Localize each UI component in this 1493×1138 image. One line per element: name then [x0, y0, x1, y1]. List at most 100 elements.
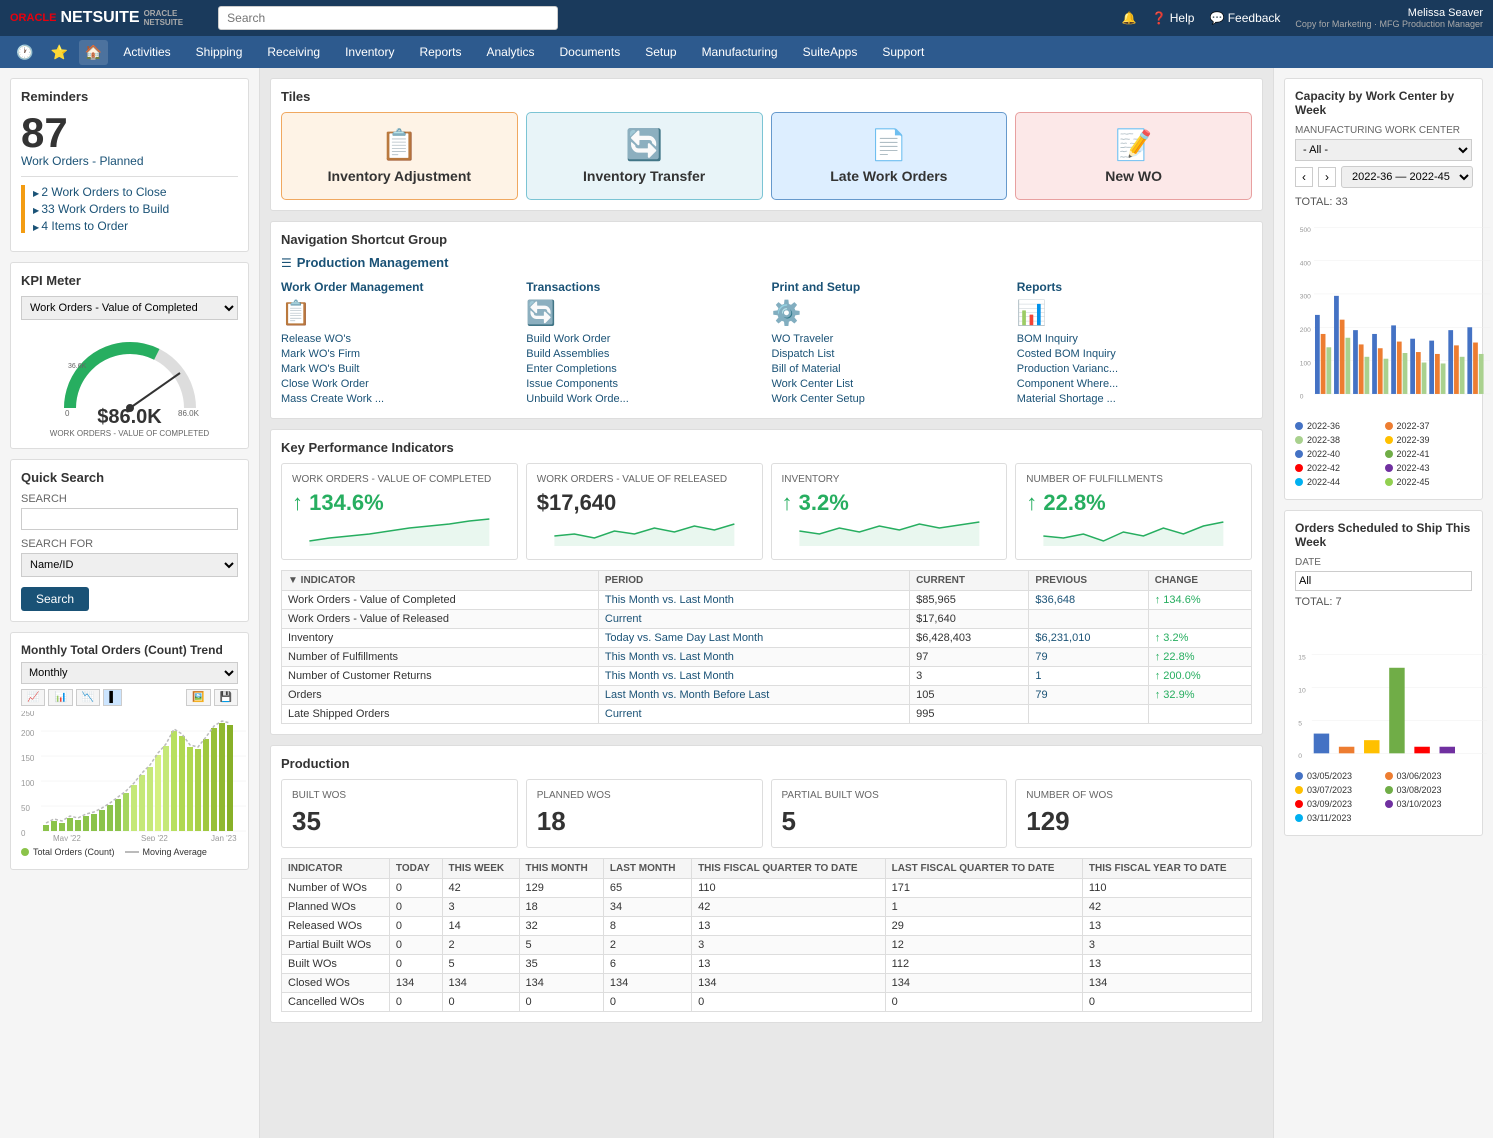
nsg-link-3-1[interactable]: Costed BOM Inquiry	[1017, 348, 1252, 360]
orders-ship-date-input[interactable]	[1295, 571, 1472, 591]
home-icon[interactable]: 🏠	[79, 40, 108, 65]
chart-area-icon[interactable]: 📊	[48, 689, 72, 706]
nav-setup[interactable]: Setup	[635, 41, 686, 63]
right-panel: Capacity by Work Center by Week MANUFACT…	[1273, 68, 1493, 1138]
nsg-link-0-0[interactable]: Release WO's	[281, 333, 516, 345]
prod-td-thismonth: 32	[519, 917, 603, 936]
capacity-next-btn[interactable]: ›	[1318, 167, 1336, 187]
kpi-td-period[interactable]: Current	[598, 610, 909, 629]
nsg-icon-1: 🔄	[526, 300, 556, 327]
nsg-header: ☰ Production Management	[281, 255, 1252, 270]
nsg-link-3-4[interactable]: Material Shortage ...	[1017, 393, 1252, 405]
prod-td-thismonth: 129	[519, 879, 603, 898]
nsg-link-2-3[interactable]: Work Center List	[772, 378, 1007, 390]
orders-ship-date-label: DATE	[1295, 557, 1472, 568]
nav-documents[interactable]: Documents	[550, 41, 631, 63]
nav-suiteapps[interactable]: SuiteApps	[793, 41, 868, 63]
search-input[interactable]	[218, 6, 558, 30]
nsg-link-1-3[interactable]: Issue Components	[526, 378, 761, 390]
svg-text:500: 500	[1300, 227, 1311, 234]
kpi-td-period[interactable]: Today vs. Same Day Last Month	[598, 629, 909, 648]
cap-legend-0: 2022-36	[1295, 421, 1383, 431]
chart-bar-icon[interactable]: 📉	[76, 689, 100, 706]
quick-search-input[interactable]	[21, 508, 238, 530]
global-search[interactable]	[218, 6, 558, 30]
capacity-date-select[interactable]: 2022-36 — 2022-45	[1341, 166, 1473, 188]
nsg-link-3-0[interactable]: BOM Inquiry	[1017, 333, 1252, 345]
reminder-item-0[interactable]: 2 Work Orders to Close	[33, 185, 238, 199]
nav-receiving[interactable]: Receiving	[257, 41, 330, 63]
legend-dot-orders	[21, 848, 29, 856]
nsg-col-title-0[interactable]: Work Order Management	[281, 280, 516, 294]
th-previous: PREVIOUS	[1029, 571, 1148, 591]
nsg-link-2-2[interactable]: Bill of Material	[772, 363, 1007, 375]
nsg-group-name[interactable]: Production Management	[297, 255, 449, 270]
nsg-col-title-2[interactable]: Print and Setup	[772, 280, 1007, 294]
nav-shipping[interactable]: Shipping	[186, 41, 253, 63]
help-link[interactable]: ❓ Help	[1151, 11, 1194, 25]
user-info[interactable]: Melissa Seaver Copy for Marketing · MFG …	[1295, 7, 1483, 29]
nav-analytics[interactable]: Analytics	[476, 41, 544, 63]
nsg-link-1-1[interactable]: Build Assemblies	[526, 348, 761, 360]
nav-activities[interactable]: Activities	[113, 41, 180, 63]
notifications-icon[interactable]: 🔔	[1122, 11, 1137, 25]
kpi-td-period[interactable]: Last Month vs. Month Before Last	[598, 686, 909, 705]
nsg-link-3-2[interactable]: Production Varianc...	[1017, 363, 1252, 375]
svg-text:200: 200	[21, 729, 35, 738]
prod-td-tfq: 13	[692, 955, 886, 974]
reminder-item-1[interactable]: 33 Work Orders to Build	[33, 202, 238, 216]
capacity-prev-btn[interactable]: ‹	[1295, 167, 1313, 187]
kpi-table-row: Work Orders - Value of Completed This Mo…	[282, 591, 1252, 610]
prod-td-lfq: 171	[885, 879, 1082, 898]
nsg-link-2-1[interactable]: Dispatch List	[772, 348, 1007, 360]
nsg-link-3-3[interactable]: Component Where...	[1017, 378, 1252, 390]
trend-period-select[interactable]: Monthly	[21, 662, 238, 684]
favorites-icon[interactable]: ⭐	[44, 40, 73, 65]
prod-td-lfq: 0	[885, 993, 1082, 1012]
tile-late-work-orders[interactable]: 📄 Late Work Orders	[771, 112, 1008, 200]
nsg-link-0-2[interactable]: Mark WO's Built	[281, 363, 516, 375]
svg-text:100: 100	[21, 779, 35, 788]
nsg-link-0-4[interactable]: Mass Create Work ...	[281, 393, 516, 405]
reminder-item-2[interactable]: 4 Items to Order	[33, 219, 238, 233]
kpi-td-period[interactable]: Current	[598, 705, 909, 724]
kpi-td-current: $6,428,403	[910, 629, 1029, 648]
search-for-select[interactable]: Name/ID	[21, 553, 238, 577]
prod-td-today: 0	[389, 879, 442, 898]
kpi-meter-title: KPI Meter	[21, 273, 238, 288]
nsg-link-1-0[interactable]: Build Work Order	[526, 333, 761, 345]
tile-inventory-transfer[interactable]: 🔄 Inventory Transfer	[526, 112, 763, 200]
nsg-link-1-2[interactable]: Enter Completions	[526, 363, 761, 375]
kpi-td-period[interactable]: This Month vs. Last Month	[598, 667, 909, 686]
prod-table-row: Released WOs 0 14 32 8 13 29 13	[282, 917, 1252, 936]
nsg-col-title-3[interactable]: Reports	[1017, 280, 1252, 294]
feedback-link[interactable]: 💬 Feedback	[1209, 11, 1280, 25]
chart-option-icon[interactable]: 🖼️	[186, 689, 210, 706]
capacity-wc-select[interactable]: - All -	[1295, 139, 1472, 161]
nsg-link-0-3[interactable]: Close Work Order	[281, 378, 516, 390]
nav-manufacturing[interactable]: Manufacturing	[692, 41, 788, 63]
history-icon[interactable]: 🕐	[10, 40, 39, 65]
nsg-link-1-4[interactable]: Unbuild Work Orde...	[526, 393, 761, 405]
production-title: Production	[281, 756, 1252, 771]
nsg-link-2-4[interactable]: Work Center Setup	[772, 393, 1007, 405]
svg-text:May '22: May '22	[53, 834, 81, 841]
chart-column-icon[interactable]: ▌	[103, 689, 122, 706]
nsg-link-2-0[interactable]: WO Traveler	[772, 333, 1007, 345]
nav-support[interactable]: Support	[872, 41, 934, 63]
nsg-link-0-1[interactable]: Mark WO's Firm	[281, 348, 516, 360]
logo: ORACLE NETSUITE ORACLENETSUITE	[10, 9, 183, 27]
nsg-col-title-1[interactable]: Transactions	[526, 280, 761, 294]
tile-new-wo[interactable]: 📝 New WO	[1015, 112, 1252, 200]
chart-line-icon[interactable]: 📈	[21, 689, 45, 706]
kpi-table-row: Number of Fulfillments This Month vs. La…	[282, 648, 1252, 667]
nav-inventory[interactable]: Inventory	[335, 41, 404, 63]
cap-legend-1: 2022-37	[1385, 421, 1473, 431]
nav-reports[interactable]: Reports	[409, 41, 471, 63]
chart-download-icon[interactable]: 💾	[214, 689, 238, 706]
tile-inventory-adjustment[interactable]: 📋 Inventory Adjustment	[281, 112, 518, 200]
kpi-td-period[interactable]: This Month vs. Last Month	[598, 591, 909, 610]
kpi-meter-select[interactable]: Work Orders - Value of Completed	[21, 296, 238, 320]
search-button[interactable]: Search	[21, 587, 89, 611]
kpi-td-period[interactable]: This Month vs. Last Month	[598, 648, 909, 667]
